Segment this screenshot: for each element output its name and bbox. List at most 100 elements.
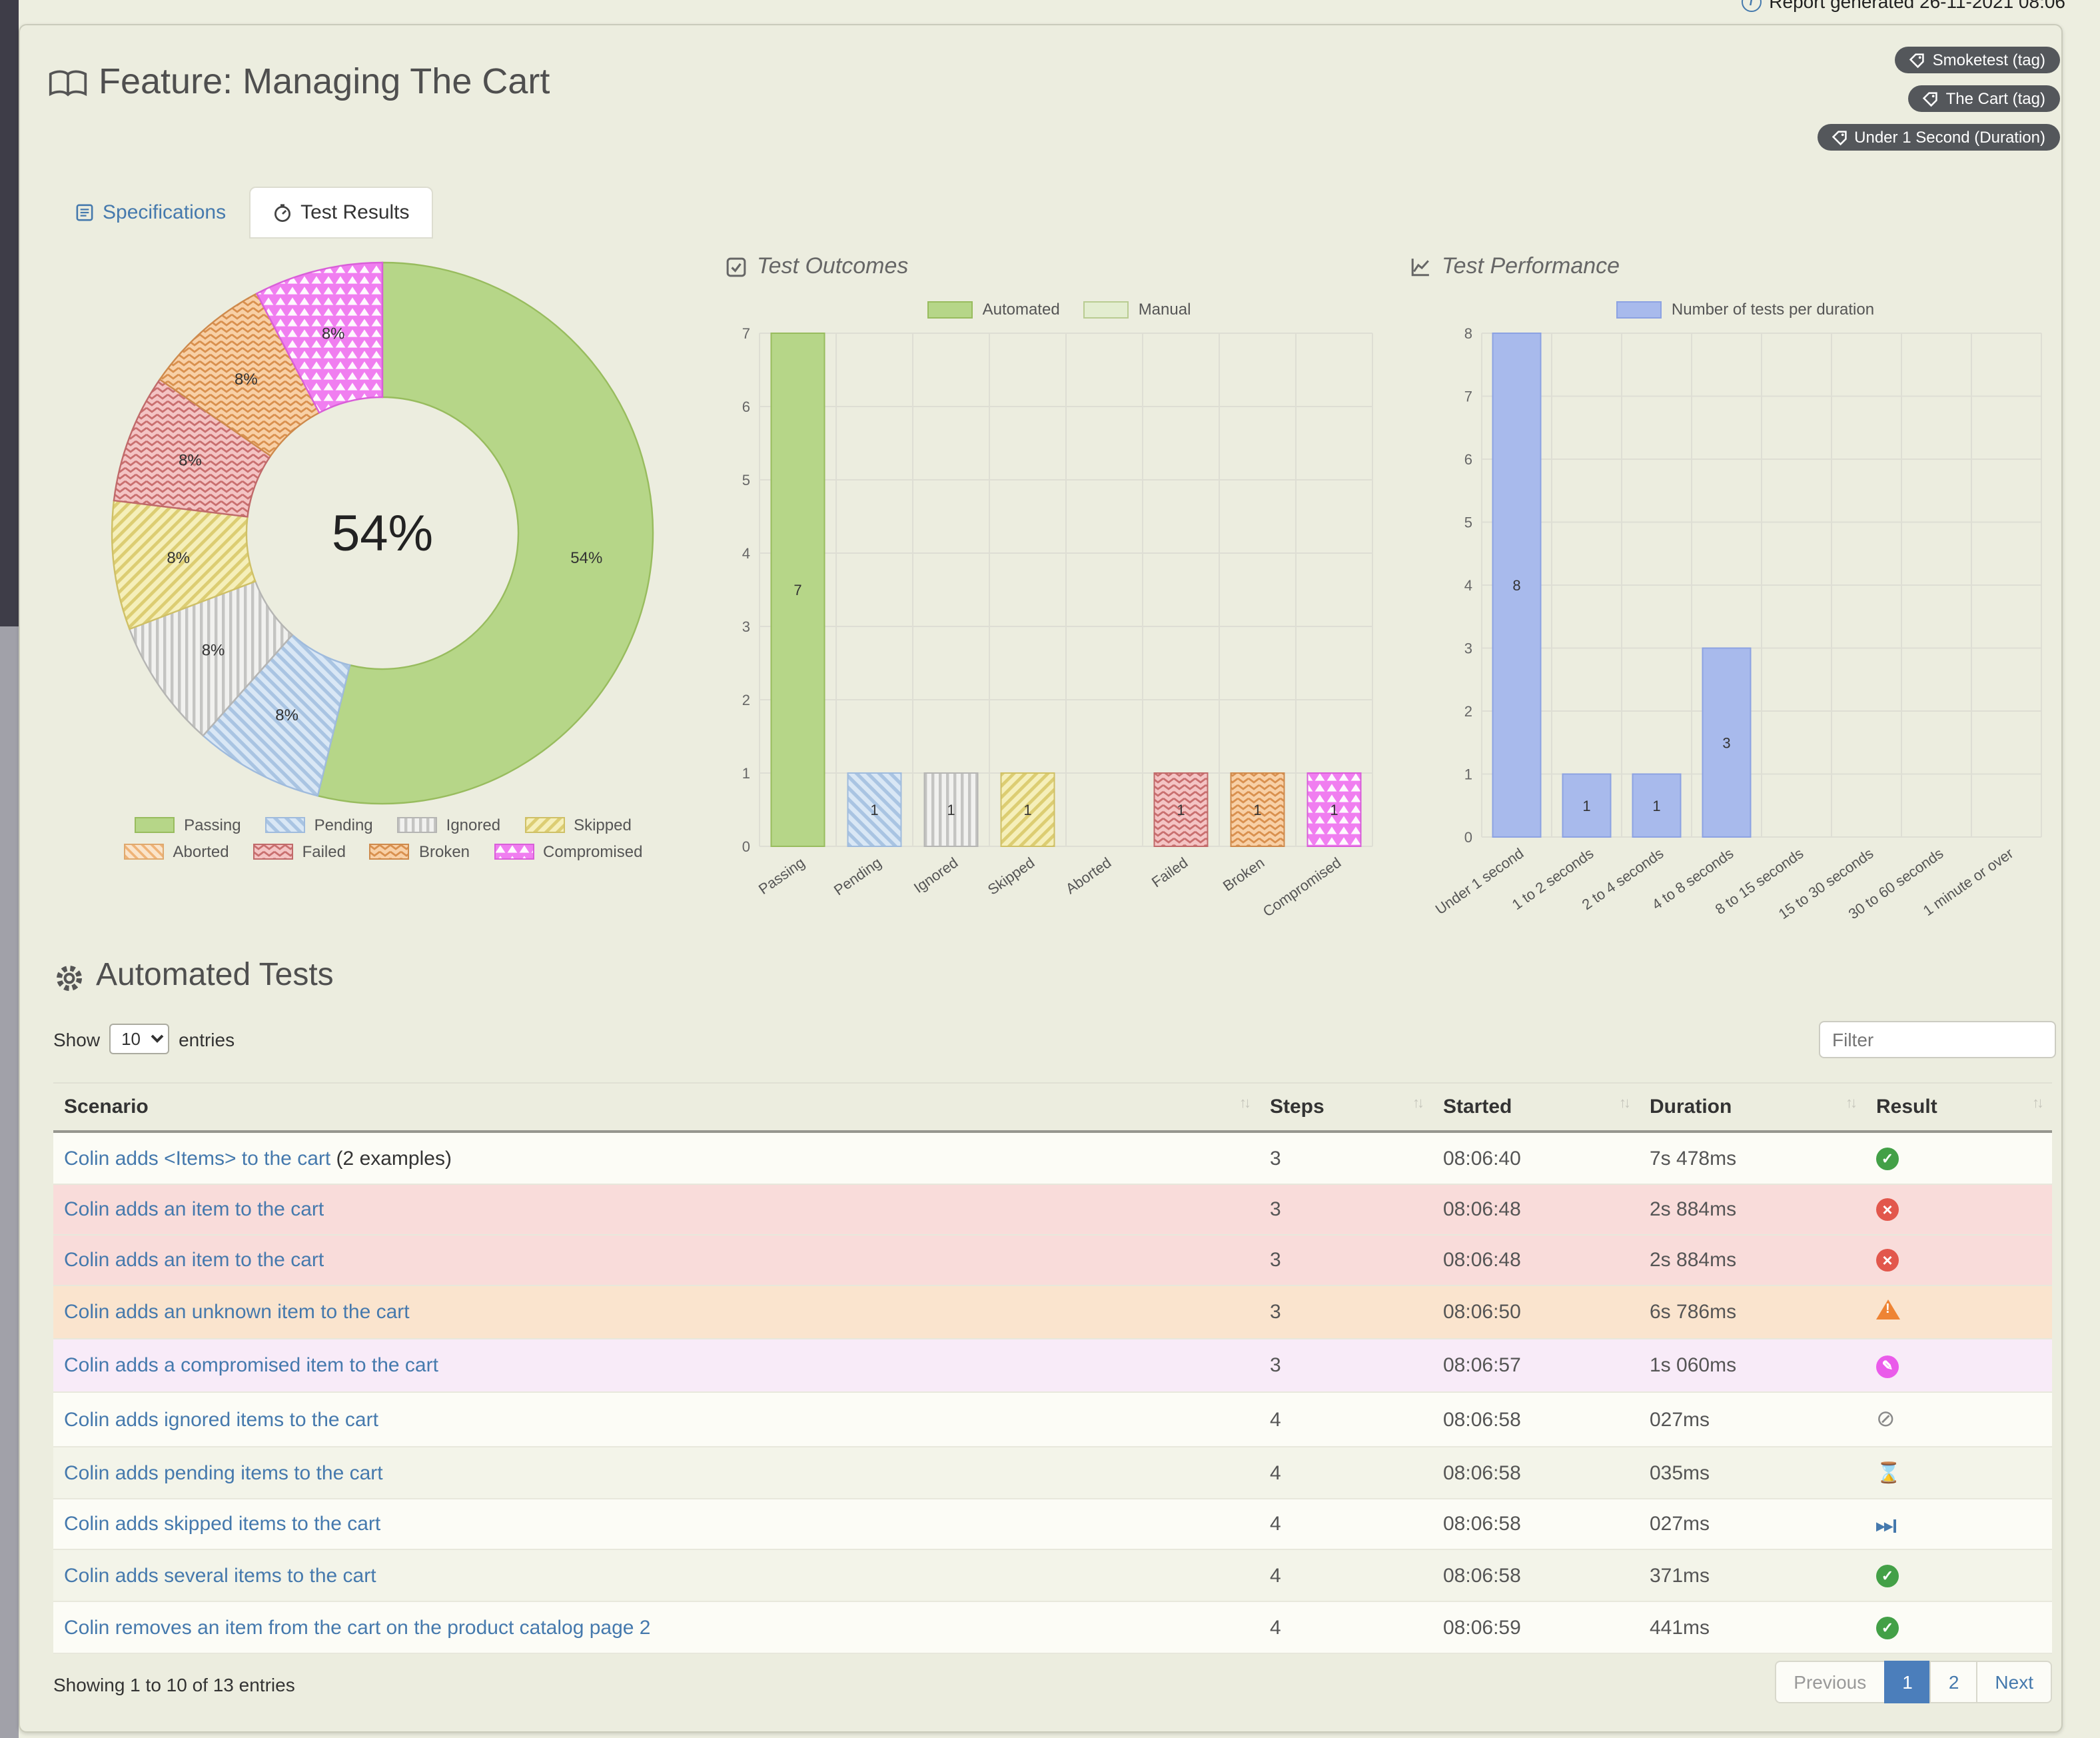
pagination-page-1[interactable]: 1 xyxy=(1883,1661,1931,1703)
result-cell: × xyxy=(1865,1184,2052,1235)
scenario-link[interactable]: Colin adds pending items to the cart xyxy=(64,1461,383,1484)
scenario-link[interactable]: Colin adds an item to the cart xyxy=(64,1198,324,1221)
pagination-previous[interactable]: Previous xyxy=(1775,1661,1885,1703)
chart-title: Test Outcomes xyxy=(757,253,908,280)
column-header-started[interactable]: Started↑↓ xyxy=(1432,1083,1639,1132)
result-ignored-icon: ⊘ xyxy=(1876,1406,1895,1431)
bar-value: 3 xyxy=(1722,734,1730,751)
steps-cell: 4 xyxy=(1259,1499,1432,1549)
started-cell: 08:06:58 xyxy=(1432,1392,1639,1447)
x-axis-label: Aborted xyxy=(1063,854,1114,898)
legend-item: Passing xyxy=(135,816,241,834)
legend-item: Aborted xyxy=(124,842,229,861)
x-axis-label: Skipped xyxy=(985,854,1037,898)
table-row[interactable]: Colin adds a compromised item to the car… xyxy=(53,1339,2052,1392)
steps-cell: 3 xyxy=(1259,1235,1432,1286)
duration-cell: 7s 478ms xyxy=(1639,1132,1865,1184)
sort-icon[interactable]: ↑↓ xyxy=(1412,1096,1422,1112)
outcomes-legend: AutomatedManual xyxy=(726,300,1392,319)
table-row[interactable]: Colin adds several items to the cart408:… xyxy=(53,1549,2052,1601)
scenario-link[interactable]: Colin removes an item from the cart on t… xyxy=(64,1616,651,1639)
table-row[interactable]: Colin adds <Items> to the cart (2 exampl… xyxy=(53,1132,2052,1184)
legend-label: Number of tests per duration xyxy=(1672,300,1874,319)
outcomes-chart: 012345677Passing1Pending1Ignored1Skipped… xyxy=(726,324,1399,924)
legend-swatch xyxy=(265,817,305,833)
legend-swatch xyxy=(397,817,437,833)
table-row[interactable]: Colin adds an item to the cart308:06:482… xyxy=(53,1235,2052,1286)
table-row[interactable]: Colin adds pending items to the cart408:… xyxy=(53,1447,2052,1499)
sort-icon[interactable]: ↑↓ xyxy=(1845,1096,1855,1112)
steps-cell: 4 xyxy=(1259,1392,1432,1447)
window-edge-dark xyxy=(0,0,19,626)
legend-row: Number of tests per duration xyxy=(1439,300,2052,319)
sort-icon[interactable]: ↑↓ xyxy=(2032,1096,2041,1112)
table-row[interactable]: Colin adds skipped items to the cart408:… xyxy=(53,1499,2052,1549)
entries-label: entries xyxy=(179,1028,235,1050)
scenario-link[interactable]: Colin adds <Items> to the cart xyxy=(64,1147,330,1170)
specifications-icon xyxy=(76,204,93,221)
test-results-icon xyxy=(272,203,291,222)
results-table-header-row: Scenario↑↓Steps↑↓Started↑↓Duration↑↓Resu… xyxy=(53,1083,2052,1132)
donut-chart: 54%8%8%8%8%8%8%54% xyxy=(83,253,682,813)
table-row[interactable]: Colin adds an item to the cart308:06:482… xyxy=(53,1184,2052,1235)
bar-value: 1 xyxy=(1652,798,1660,814)
scenario-suffix: (2 examples) xyxy=(330,1147,452,1170)
column-label: Scenario xyxy=(64,1096,149,1118)
tag-pill[interactable]: The Cart (tag) xyxy=(1909,85,2060,112)
steps-cell: 3 xyxy=(1259,1184,1432,1235)
page-title: Feature: Managing The Cart xyxy=(99,61,550,103)
result-cell: ✓ xyxy=(1865,1549,2052,1601)
scenario-link[interactable]: Colin adds an item to the cart xyxy=(64,1249,324,1272)
legend-swatch xyxy=(124,844,164,860)
y-axis-tick: 0 xyxy=(1464,829,1472,846)
tag-pill[interactable]: Under 1 Second (Duration) xyxy=(1817,124,2060,151)
entries-select[interactable]: 10 xyxy=(109,1024,169,1054)
y-axis-tick: 6 xyxy=(742,399,750,415)
started-cell: 08:06:58 xyxy=(1432,1447,1639,1499)
started-cell: 08:06:40 xyxy=(1432,1132,1639,1184)
filter-input[interactable] xyxy=(1819,1021,2056,1058)
gear-icon xyxy=(53,962,85,994)
legend-item: Automated xyxy=(928,300,1060,319)
legend-swatch xyxy=(1617,301,1662,318)
result-skipped-icon: ▶▶ xyxy=(1876,1519,1896,1533)
duration-cell: 371ms xyxy=(1639,1549,1865,1601)
show-entries-control: Show 10 entries xyxy=(53,1024,235,1054)
scenario-link[interactable]: Colin adds several items to the cart xyxy=(64,1564,376,1587)
scenario-link[interactable]: Colin adds an unknown item to the cart xyxy=(64,1301,410,1323)
table-row[interactable]: Colin adds an unknown item to the cart30… xyxy=(53,1286,2052,1339)
column-header-scenario[interactable]: Scenario ↑↓ xyxy=(53,1083,1259,1132)
legend-label: Failed xyxy=(302,842,346,861)
legend-swatch xyxy=(1084,301,1129,318)
test-performance-header: Test Performance xyxy=(1410,253,1620,280)
tag-pill[interactable]: Smoketest (tag) xyxy=(1895,47,2060,73)
y-axis-tick: 4 xyxy=(1464,577,1472,594)
scenario-link[interactable]: Colin adds ignored items to the cart xyxy=(64,1408,378,1431)
scenario-link[interactable]: Colin adds skipped items to the cart xyxy=(64,1513,380,1535)
column-header-result[interactable]: Result↑↓ xyxy=(1865,1083,2052,1132)
y-axis-tick: 2 xyxy=(1464,703,1472,720)
sort-icon[interactable]: ↑↓ xyxy=(1619,1096,1628,1112)
started-cell: 08:06:59 xyxy=(1432,1601,1639,1653)
legend-row: AutomatedManual xyxy=(726,300,1392,319)
pagination-page-2[interactable]: 2 xyxy=(1930,1661,1978,1703)
pagination-next[interactable]: Next xyxy=(1976,1661,2052,1703)
legend-row: AbortedFailedBrokenCompromised xyxy=(80,842,686,861)
legend-label: Ignored xyxy=(446,816,500,834)
started-cell: 08:06:57 xyxy=(1432,1339,1639,1392)
donut-slice-label: 8% xyxy=(179,452,202,470)
report-generated-text: Report generated 26-11-2021 08:06 xyxy=(1769,0,2065,12)
scenario-link[interactable]: Colin adds a compromised item to the car… xyxy=(64,1354,438,1377)
tab-test-results[interactable]: Test Results xyxy=(249,187,433,239)
table-row[interactable]: Colin adds ignored items to the cart 408:… xyxy=(53,1392,2052,1447)
column-header-steps[interactable]: Steps↑↓ xyxy=(1259,1083,1432,1132)
page: i Report generated 26-11-2021 08:06 Feat… xyxy=(0,0,2100,1738)
y-axis-tick: 1 xyxy=(1464,766,1472,783)
result-cell: ✎ xyxy=(1865,1339,2052,1392)
tab-specifications[interactable]: Specifications xyxy=(53,187,249,239)
sort-icon[interactable]: ↑↓ xyxy=(1239,1096,1249,1112)
table-row[interactable]: Colin removes an item from the cart on t… xyxy=(53,1601,2052,1653)
column-header-duration[interactable]: Duration↑↓ xyxy=(1639,1083,1865,1132)
result-cell: × xyxy=(1865,1235,2052,1286)
legend-label: Skipped xyxy=(574,816,632,834)
